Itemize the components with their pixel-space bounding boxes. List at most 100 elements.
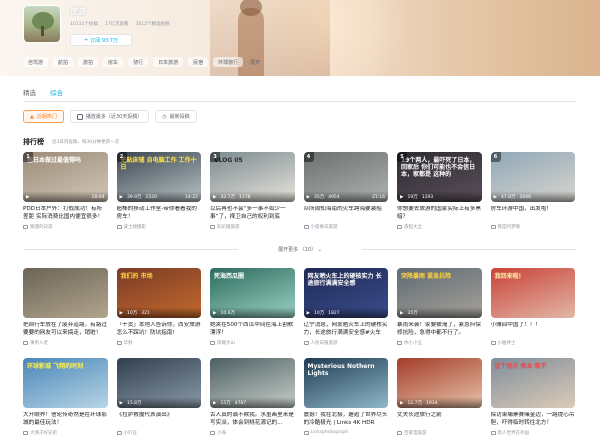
- video-thumbnail[interactable]: ▶ 15.8万: [116, 358, 201, 408]
- tag-chip[interactable]: 日本旅游: [153, 57, 184, 67]
- video-thumbnail[interactable]: 网友晒火车上的硬核实力 长途旅行满满安全感 ▶ 10万 1827: [303, 268, 388, 318]
- tag-chip[interactable]: 航拍: [53, 57, 74, 67]
- tags-expand-button[interactable]: 展开: [250, 59, 260, 66]
- uploader-icon: [397, 431, 402, 435]
- video-title[interactable]: 你想要去旅游的国家实际上有多黑暗？: [397, 206, 482, 221]
- video-title[interactable]: 辽宁消息，网友晒火车上的硬核实力，长途旅行满满安全感#火车: [304, 322, 389, 337]
- video-title[interactable]: 古人真的诚不欺我。水墨画里来是写实派，体会到桃花源记的...: [210, 412, 295, 427]
- view-count: 12.7万: [407, 401, 422, 406]
- uploader[interactable]: 我是阿梦啊: [490, 224, 576, 230]
- uploader[interactable]: 事男人老: [23, 340, 108, 346]
- video-thumbnail[interactable]: 无贴床铺 自电脑工作 工作十日 2 ▶ 39.9万 1520 14:22: [116, 152, 201, 202]
- video-card[interactable]: 死海西瓜圈 ▶ 10.6万 她夹在500个西瓜中间在海上割默漂浮！ 荣耀大山: [210, 268, 295, 346]
- video-thumbnail[interactable]: 在日本做过最值得吗 1 ▶ 18:04: [23, 152, 108, 202]
- tab-overall[interactable]: 综合: [50, 87, 63, 102]
- video-card[interactable]: 6 ▶ 47.8万 2046 房车环游中国，出发啦! 我是阿梦啊: [490, 152, 576, 230]
- video-thumbnail[interactable]: 19个两人，最吓死了日本，回家后 你们可能也不会信日本，家都是 这种的 5 ▶ …: [397, 152, 482, 202]
- uploader[interactable]: 黑人世界在外国: [490, 430, 576, 436]
- uploader[interactable]: 百家电旅游: [397, 430, 482, 436]
- uploader[interactable]: Linksphotograph: [303, 430, 389, 435]
- uploader[interactable]: 旅程大全: [397, 224, 482, 230]
- video-card[interactable]: 我们的 市场 ▶ 10万 321 「干货」本地人告诉你，西安旅游怎么不踩坑！防坑…: [116, 268, 202, 346]
- video-thumbnail[interactable]: ▶: [23, 268, 108, 318]
- uploader-name: 随遇的日常: [30, 225, 53, 230]
- uploader-icon: [210, 225, 215, 229]
- video-thumbnail[interactable]: ▶ 15万 4787: [210, 358, 295, 408]
- video-card[interactable]: 突降暴雨 紧急抗险 ▶ 35万 暴雨来袭！家要被淹了，紧急抖保修抗险，急得中都不…: [397, 268, 482, 346]
- view-count: 10万: [313, 311, 325, 316]
- video-card[interactable]: 环球影城 飞翔的时刻 ▶ 大开眼界！信轮传奇然是在环球影城的最佳玩法！ 大领子好…: [23, 358, 108, 436]
- uploader[interactable]: 小钉豆: [116, 430, 202, 436]
- uploader[interactable]: 人民日报旅游: [303, 340, 389, 346]
- uploader[interactable]: 华财: [116, 340, 202, 346]
- video-thumbnail[interactable]: 突降暴雨 紧急抗险 ▶ 35万: [397, 268, 482, 318]
- video-card[interactable]: 我回来啦! ▶ 小雅回中国了！！！ 小雅神士: [490, 268, 576, 346]
- tab-featured[interactable]: 精选: [23, 87, 36, 102]
- uploader[interactable]: 你小小五: [397, 340, 482, 346]
- view-count: 10万: [126, 311, 138, 316]
- uploader[interactable]: 小雅神士: [490, 340, 576, 346]
- video-card[interactable]: 无贴床铺 自电脑工作 工作十日 2 ▶ 39.9万 1520 14:22 超棒的…: [116, 152, 202, 230]
- video-thumbnail[interactable]: 6 ▶ 47.8万 2046: [490, 152, 575, 202]
- video-card[interactable]: 在日本做过最值得吗 1 ▶ 18:04 PDD日本户外：打假成功！有所差距 实际…: [23, 152, 108, 230]
- video-thumbnail[interactable]: ▶ 12.7万 1934: [397, 358, 482, 408]
- video-meta-overlay: ▶ 39.9万 1520 14:22: [116, 191, 201, 202]
- video-title[interactable]: 震撼！我在北极，邂逅了世界尽头的冷酷极光 | Links 4K HDR: [304, 412, 389, 427]
- video-card[interactable]: ▶ 15.8万 《拉萨救援代表演出》 小钉豆: [116, 358, 202, 436]
- video-thumbnail[interactable]: 环球影城 飞翔的时刻 ▶: [23, 358, 108, 408]
- video-title[interactable]: 丈夫长途旅行之前: [397, 412, 482, 427]
- video-duration: 14:22: [185, 195, 198, 200]
- uploader[interactable]: 趴趴踏旅游: [210, 224, 295, 230]
- uploader[interactable]: 大领子好兄弟: [23, 430, 108, 436]
- video-title[interactable]: 把自行车放在了废弃道路，有路过要要的网友可以来搞走，销赃！: [23, 322, 108, 337]
- filter-most-played[interactable]: 播放最多（近30天投稿）: [69, 110, 150, 123]
- uploader[interactable]: 随遇的日常: [23, 224, 108, 230]
- video-title[interactable]: 《拉萨救援代表演出》: [117, 412, 202, 427]
- video-card[interactable]: 网友晒火车上的硬核实力 长途旅行满满安全感 ▶ 10万 1827 辽宁消息，网友…: [303, 268, 389, 346]
- video-thumbnail[interactable]: Mysterious Nothern Lights ▶: [303, 358, 388, 408]
- video-card[interactable]: Mysterious Nothern Lights ▶ 震撼！我在北极，邂逅了世…: [303, 358, 389, 436]
- subscribe-button[interactable]: + 订阅 93.7万: [70, 34, 132, 46]
- tag-chip[interactable]: 自驾游: [23, 57, 49, 67]
- filter-latest[interactable]: ◷ 最新投稿: [155, 110, 197, 123]
- uploader[interactable]: 荣耀大山: [210, 340, 295, 346]
- video-title[interactable]: 大开眼界！信轮传奇然是在环球影城的最佳玩法！: [23, 412, 108, 427]
- video-title[interactable]: 房车环游中国，出发啦!: [491, 206, 576, 221]
- video-title[interactable]: 超棒的移动工作室-带你看看我的房车！: [117, 206, 202, 221]
- uploader[interactable]: 小俊要去旅游: [303, 224, 389, 230]
- video-title[interactable]: 她夹在500个西瓜中间在海上割默漂浮！: [210, 322, 295, 337]
- view-count: 15万: [220, 401, 231, 406]
- video-thumbnail[interactable]: 4 ▶ 35万 4954 21:16: [303, 152, 388, 202]
- video-thumbnail[interactable]: 死海西瓜圈 ▶ 10.6万: [210, 268, 295, 318]
- view-count: 35万: [407, 311, 418, 316]
- video-thumbnail[interactable]: 这个地方 根本 就不 ▶: [490, 358, 575, 408]
- video-thumbnail[interactable]: 我回来啦! ▶: [490, 268, 575, 318]
- video-title[interactable]: 小雅回中国了！！！: [491, 322, 576, 337]
- video-title[interactable]: 以后再也不会“多一事不如少一事”了，择卫自己的权利到底: [210, 206, 295, 221]
- video-card[interactable]: 19个两人，最吓死了日本，回家后 你们可能也不会信日本，家都是 这种的 5 ▶ …: [397, 152, 482, 230]
- uploader-name: 百家电旅游: [404, 431, 427, 436]
- video-card[interactable]: ▶ 15万 4787 古人真的诚不欺我。水墨画里来是写实派，体会到桃花源记的..…: [210, 358, 295, 436]
- video-title[interactable]: 众所周知海南的火车跨海要装船: [304, 206, 389, 221]
- video-meta-overlay: ▶ 19万 1193: [397, 191, 482, 202]
- video-title[interactable]: 探访柬埔寨赛赌金边，一路提心吊胆，吓得临时转往北方！: [491, 412, 576, 427]
- video-title[interactable]: 暴雨来袭！家要被淹了，紧急抖保修抗险，急得中都不行了。: [397, 322, 482, 337]
- tag-chip[interactable]: 房车: [103, 57, 124, 67]
- uploader[interactable]: 波士顿摄影: [116, 224, 202, 230]
- play-count-icon: ▶: [400, 311, 404, 316]
- uploader[interactable]: 小海: [210, 430, 295, 436]
- filter-recent-hot[interactable]: ▲ 近期热门: [23, 110, 64, 123]
- tag-chip[interactable]: 民宿: [188, 57, 209, 67]
- tag-chip[interactable]: 旅拍: [78, 57, 99, 67]
- video-thumbnail[interactable]: VLOG 05 3 ▶ 32.7万 1178: [210, 152, 295, 202]
- video-title[interactable]: PDD日本户外：打假成功！有所差距 实际消费比国内便宜很多！: [23, 206, 108, 221]
- video-card[interactable]: 这个地方 根本 就不 ▶ 探访柬埔寨赛赌金边，一路提心吊胆，吓得临时转往北方！ …: [490, 358, 576, 436]
- tag-chip[interactable]: 骑行: [128, 57, 149, 67]
- tag-chip[interactable]: 环球旅行: [213, 57, 244, 67]
- video-card[interactable]: 4 ▶ 35万 4954 21:16 众所周知海南的火车跨海要装船 小俊要去旅游: [303, 152, 389, 230]
- video-title[interactable]: 「干货」本地人告诉你，西安旅游怎么不踩坑！防坑指南!: [117, 322, 202, 337]
- video-thumbnail[interactable]: 我们的 市场 ▶ 10万 321: [116, 268, 201, 318]
- video-card[interactable]: ▶ 把自行车放在了废弃道路，有路过要要的网友可以来搞走，销赃！ 事男人老: [23, 268, 108, 346]
- video-card[interactable]: VLOG 05 3 ▶ 32.7万 1178 以后再也不会“多一事不如少一事”了…: [210, 152, 295, 230]
- video-card[interactable]: ▶ 12.7万 1934 丈夫长途旅行之前 百家电旅游: [397, 358, 482, 436]
